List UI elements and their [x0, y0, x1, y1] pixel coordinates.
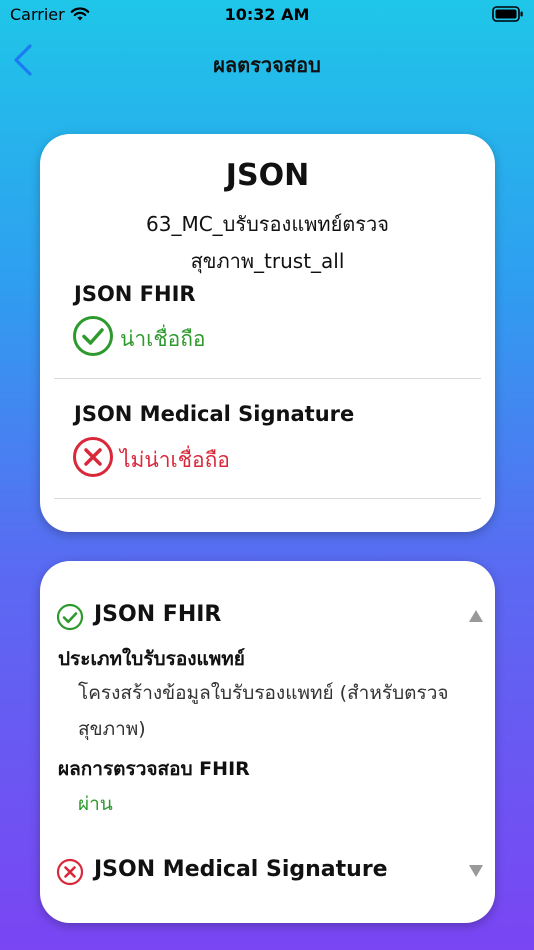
- signature-heading: JSON Medical Signature: [74, 402, 355, 426]
- divider: [54, 498, 481, 499]
- summary-title: JSON: [225, 158, 310, 193]
- x-circle-icon: [73, 437, 113, 477]
- detail-card: JSON FHIR ประเภทใบรับรองแพทย์ โครงสร้างข…: [40, 561, 495, 923]
- signature-accordion-title: JSON Medical Signature: [94, 857, 388, 882]
- fhir-accordion-header[interactable]: JSON FHIR: [56, 600, 486, 632]
- fhir-result-label: ผลการตรวจสอบ FHIR: [58, 758, 250, 780]
- status-bar: Carrier 10:32 AM: [0, 0, 534, 32]
- fhir-result-value: ผ่าน: [78, 793, 113, 815]
- fhir-status-text: น่าเชื่อถือ: [120, 327, 206, 351]
- check-circle-icon: [56, 603, 84, 635]
- signature-accordion-header[interactable]: JSON Medical Signature: [56, 855, 486, 887]
- file-name: 63_MC_บรับรองแพทย์ตรวจสุขภาพ_trust_all: [146, 212, 389, 273]
- summary-card: JSON 63_MC_บรับรองแพทย์ตรวจสุขภาพ_trust_…: [40, 134, 495, 532]
- triangle-up-icon[interactable]: [468, 608, 484, 627]
- divider: [54, 378, 481, 379]
- check-circle-icon: [73, 316, 113, 356]
- cert-type-value: โครงสร้างข้อมูลใบรับรองแพทย์ (สำหรับตรวจ…: [78, 682, 449, 740]
- x-circle-icon: [56, 858, 84, 890]
- clock: 10:32 AM: [224, 5, 310, 24]
- fhir-heading: JSON FHIR: [74, 282, 196, 306]
- navigation-bar: ผลตรวจสอบ: [0, 32, 534, 90]
- cert-type-label: ประเภทใบรับรองแพทย์: [58, 648, 245, 670]
- battery-icon: [492, 6, 524, 26]
- fhir-accordion-title: JSON FHIR: [94, 602, 222, 627]
- triangle-down-icon[interactable]: [468, 863, 484, 882]
- page-title: ผลตรวจสอบ: [213, 53, 321, 77]
- signature-status-text: ไม่น่าเชื่อถือ: [120, 448, 230, 472]
